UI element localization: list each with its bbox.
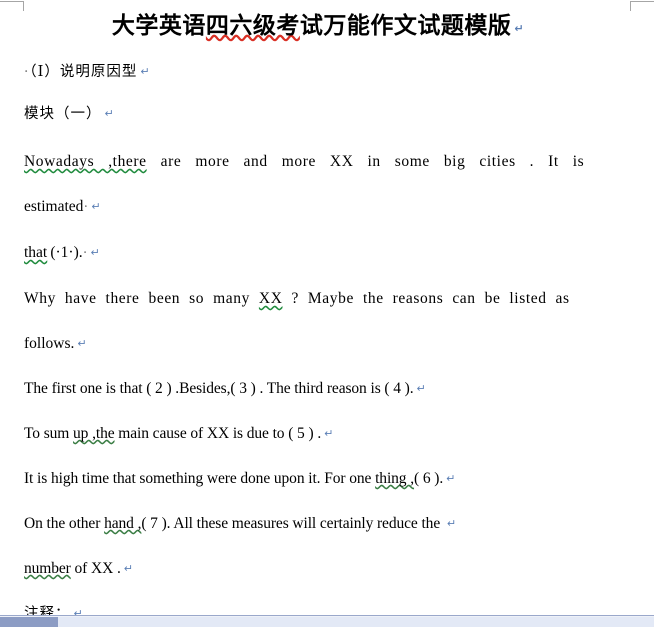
body-line-5-text: follows. — [24, 335, 75, 352]
pilcrow-mark: ↵ — [77, 337, 87, 350]
page-title: 大学英语四六级考试万能作文试题模版 ↵ — [0, 9, 654, 46]
body-line-8-pre: It is high time that something were done… — [24, 470, 376, 487]
scrollbar-track[interactable] — [0, 617, 654, 627]
pilcrow-mark: ↵ — [324, 427, 334, 440]
body-line-10-post: of XX . — [70, 560, 121, 577]
body-line-7-pre: To sum — [24, 425, 74, 442]
body-line-3: that (·1·).· ↵ — [0, 230, 654, 276]
body-line-4-post: ? Maybe the reasons can be listed as — [282, 290, 570, 307]
notes-heading: 注释： ↵ — [0, 593, 654, 615]
title-part-misspelled: 四六级考 — [205, 13, 300, 38]
grammar-flag-that: that — [24, 244, 48, 261]
pilcrow-mark: ↵ — [91, 200, 101, 213]
title-part-after: 试万能作文试题模版 — [299, 13, 512, 38]
document-page: 大学英语四六级考试万能作文试题模版 ↵ ·（I）说明原因型 ↵ 模块（一） ↵ Now… — [0, 0, 654, 615]
pilcrow-mark: ↵ — [73, 607, 84, 615]
title-part-before: 大学英语 — [111, 13, 206, 38]
body-line-1: Nowadays ,there are more and more XX in … — [0, 139, 654, 184]
module-heading: 模块（一） ↵ — [0, 93, 654, 135]
grammar-flag-number: number — [24, 560, 71, 577]
body-line-3-rest: (·1·). — [47, 244, 83, 261]
body-line-8-post: ( 6 ). — [414, 470, 444, 487]
body-line-6-text: The first one is that ( 2 ) .Besides,( 3… — [24, 380, 414, 397]
document-body[interactable]: 大学英语四六级考试万能作文试题模版 ↵ ·（I）说明原因型 ↵ 模块（一） ↵ Now… — [0, 0, 654, 615]
body-line-9-pre: On the other — [24, 515, 105, 532]
section-heading-text: （I）说明原因型 — [29, 64, 138, 80]
body-line-10: number of XX . ↵ — [0, 546, 654, 591]
body-line-9: On the other hand ,( 7 ). All these meas… — [0, 501, 654, 546]
body-line-2-text: estimated — [24, 198, 84, 215]
pilcrow-mark: ↵ — [416, 382, 426, 395]
grammar-flag-thing: thing , — [375, 470, 415, 487]
pilcrow-mark: ↵ — [446, 517, 457, 530]
body-line-8: It is high time that something were done… — [0, 456, 654, 501]
pilcrow-mark: ↵ — [123, 562, 133, 575]
space-dot: · — [82, 245, 88, 261]
section-heading: ·（I）说明原因型 ↵ — [0, 51, 654, 93]
body-line-4: Why have there been so many XX ? Maybe t… — [0, 276, 654, 321]
body-line-5: follows. ↵ — [0, 321, 654, 366]
body-line-2: estimated· ↵ — [0, 184, 654, 230]
grammar-flag-hand: hand , — [104, 515, 142, 532]
pilcrow-mark: ↵ — [514, 22, 525, 35]
body-line-4-pre: Why have there been so many — [24, 290, 259, 307]
body-line-7: To sum up ,the main cause of XX is due t… — [0, 411, 654, 456]
pilcrow-mark: ↵ — [446, 472, 456, 485]
body-line-6: The first one is that ( 2 ) .Besides,( 3… — [0, 366, 654, 411]
pilcrow-mark: ↵ — [90, 246, 100, 259]
horizontal-scrollbar[interactable] — [0, 615, 654, 627]
grammar-flag-nowadays: Nowadays ,there — [24, 153, 147, 170]
pilcrow-mark: ↵ — [104, 107, 115, 120]
grammar-flag-sumup: up ,the — [73, 425, 115, 442]
module-heading-text: 模块（一） — [24, 106, 102, 122]
scrollbar-thumb[interactable] — [0, 617, 58, 627]
body-line-7-post: main cause of XX is due to ( 5 ) . — [114, 425, 322, 442]
notes-heading-text: 注释： — [24, 606, 71, 615]
grammar-flag-xx: XX — [258, 290, 283, 307]
pilcrow-mark: ↵ — [140, 65, 151, 78]
body-line-9-post: ( 7 ). All these measures will certainly… — [141, 515, 444, 532]
body-line-1-rest: are more and more XX in some big cities … — [146, 153, 585, 170]
